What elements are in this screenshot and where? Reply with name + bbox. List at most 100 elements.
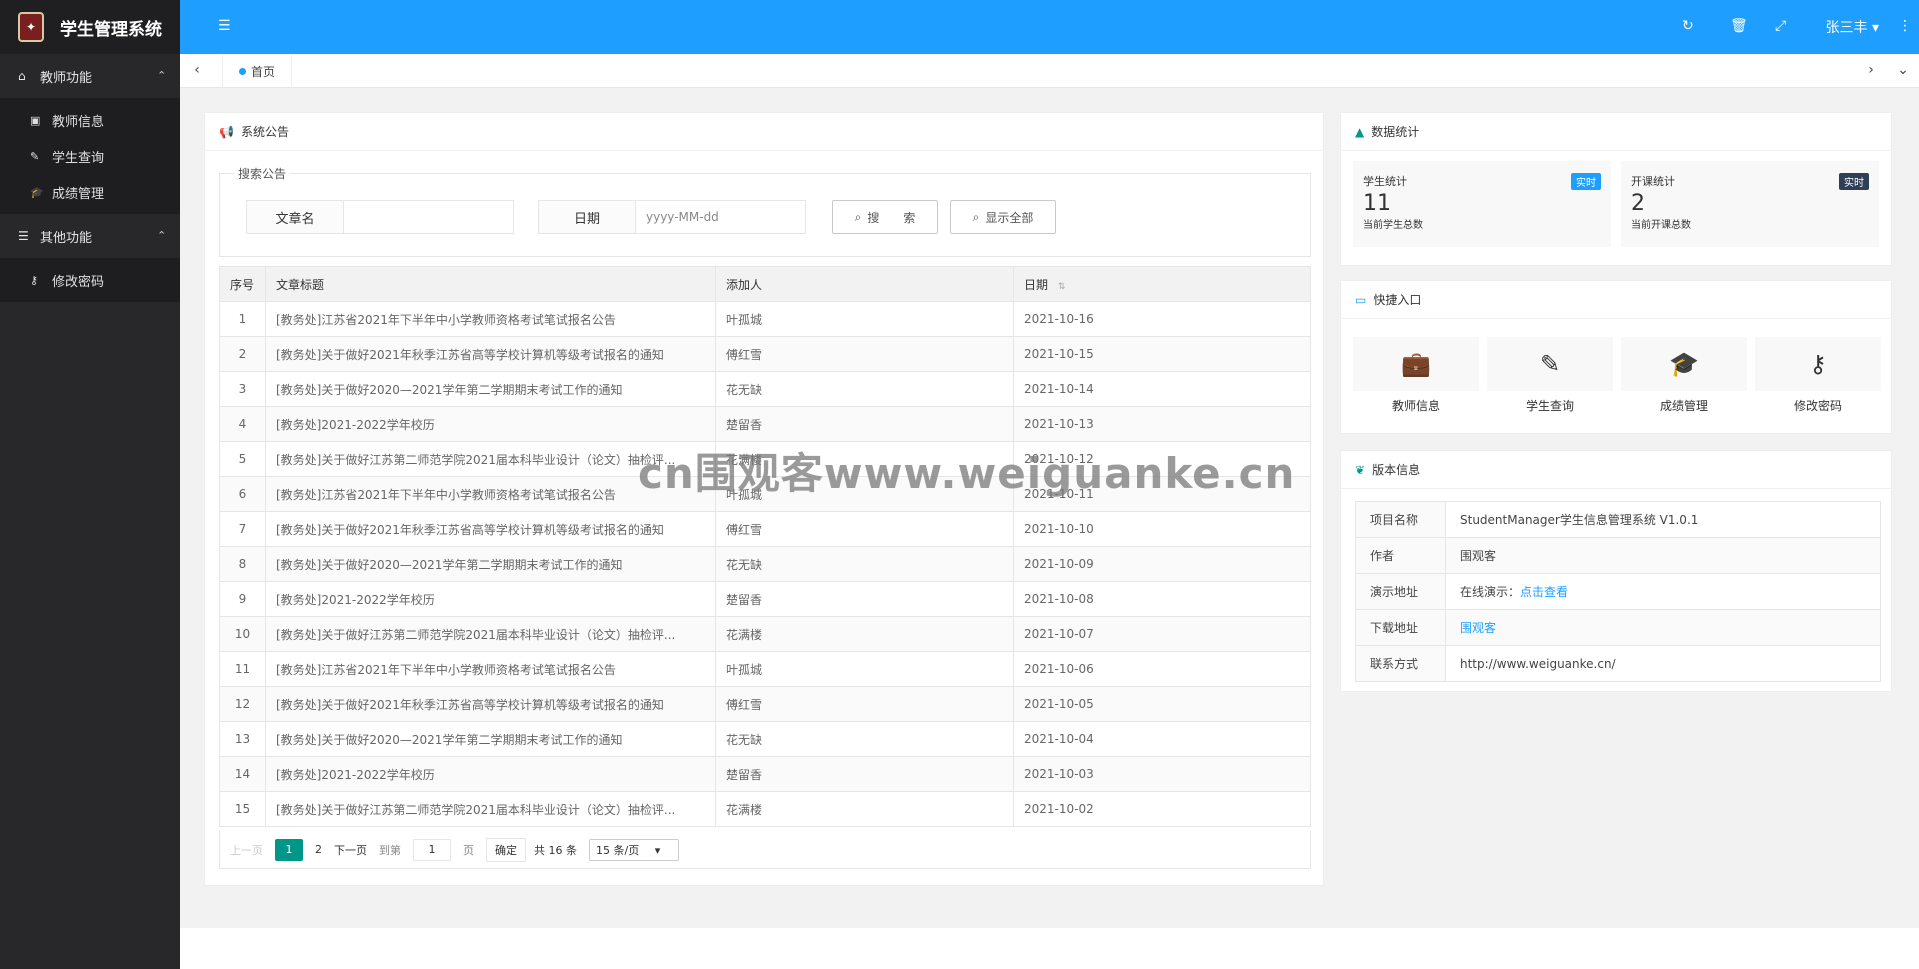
- download-link[interactable]: 围观客: [1460, 621, 1496, 635]
- stats-title: 数据统计: [1371, 125, 1420, 139]
- table-row[interactable]: 15 [教务处]关于做好江苏第二师范学院2021届本科毕业设计（论文）抽检评...…: [219, 791, 1311, 827]
- row-index: 6: [219, 476, 266, 512]
- table-row[interactable]: 8 [教务处]关于做好2020—2021学年第二学期期末考试工作的通知 花无缺 202…: [219, 546, 1311, 582]
- user-menu[interactable]: 张三丰 ▾: [1826, 17, 1879, 37]
- row-author: 楚留香: [715, 581, 1014, 617]
- course-stat-tile: 开课统计 实时 2 当前开课总数: [1621, 161, 1879, 247]
- menu-group-other[interactable]: ☰ 其他功能 ⌄: [0, 214, 180, 258]
- more-vertical-icon[interactable]: ⋮: [1898, 18, 1912, 34]
- table-row[interactable]: 10 [教务处]关于做好江苏第二师范学院2021届本科毕业设计（论文）抽检评...…: [219, 616, 1311, 652]
- row-index: 11: [219, 651, 266, 687]
- pagination: 上一页 1 2 下一页 到第 1 页 确定 共 16 条 15 条/页 ▾: [219, 831, 1311, 869]
- row-index: 8: [219, 546, 266, 582]
- pencil-icon: ✎: [30, 149, 40, 163]
- row-author: 叶孤城: [715, 651, 1014, 687]
- version-row: 下载地址 围观客: [1355, 609, 1881, 646]
- menu-list-icon: ☰: [18, 229, 29, 243]
- row-index: 2: [219, 336, 266, 372]
- quick-label: 修改密码: [1793, 399, 1842, 413]
- version-row: 项目名称 StudentManager学生信息管理系统 V1.0.1: [1355, 501, 1881, 538]
- table-row[interactable]: 1 [教务处]江苏省2021年下半年中小学教师资格考试笔试报名公告 叶孤城 2021-…: [219, 301, 1311, 337]
- search-button[interactable]: ⌕ 搜 索: [832, 200, 938, 234]
- table-row[interactable]: 4 [教务处]2021-2022学年校历 楚留香 2021-10-13: [219, 406, 1311, 442]
- leaf-icon: ❦: [1355, 462, 1366, 477]
- page-1-button[interactable]: 1: [275, 838, 303, 861]
- table-row[interactable]: 2 [教务处]关于做好2021年秋季江苏省高等学校计算机等级考试报名的通知 傅红雪 2…: [219, 336, 1311, 372]
- quick-teacher-info[interactable]: 💼 教师信息: [1353, 337, 1479, 413]
- tab-scroll-right-icon[interactable]: ›: [1858, 62, 1884, 78]
- column-header[interactable]: 添加人: [715, 266, 1014, 302]
- page-2-button[interactable]: 2: [315, 843, 322, 856]
- stats-card: ▲ 数据统计 学生统计 实时 11 当前学生总数 开课统计 实时 2 当前开课总…: [1340, 112, 1892, 266]
- table-row[interactable]: 13 [教务处]关于做好2020—2021学年第二学期期末考试工作的通知 花无缺 20…: [219, 721, 1311, 757]
- row-index: 7: [219, 511, 266, 547]
- quick-change-password[interactable]: ⚷ 修改密码: [1755, 337, 1881, 413]
- sidebar-item-change-password[interactable]: ⚷ 修改密码: [0, 262, 180, 298]
- row-date: 2021-10-10: [1013, 511, 1311, 547]
- row-date: 2021-10-06: [1013, 651, 1311, 687]
- menu-group-label: 教师功能: [40, 70, 93, 86]
- row-date: 2021-10-13: [1013, 406, 1311, 442]
- goto-page-input[interactable]: 1: [413, 838, 451, 861]
- show-all-button[interactable]: ⌕ 显示全部: [950, 200, 1056, 234]
- version-card-header: ❦ 版本信息: [1341, 451, 1891, 489]
- sort-icon[interactable]: ⇅: [1058, 282, 1066, 292]
- row-date: 2021-10-02: [1013, 791, 1311, 827]
- caret-down-icon: ▾: [1871, 20, 1879, 36]
- row-date: 2021-10-04: [1013, 721, 1311, 757]
- column-header-date[interactable]: 日期 ⇅: [1013, 266, 1311, 302]
- course-stat-value: 2: [1631, 191, 1645, 216]
- student-stat-value: 11: [1363, 191, 1391, 216]
- student-stat-desc: 当前学生总数: [1363, 220, 1423, 231]
- sidebar-item-label: 学生查询: [52, 150, 105, 166]
- table-row[interactable]: 9 [教务处]2021-2022学年校历 楚留香 2021-10-08: [219, 581, 1311, 617]
- table-row[interactable]: 7 [教务处]关于做好2021年秋季江苏省高等学校计算机等级考试报名的通知 傅红雪 2…: [219, 511, 1311, 547]
- table-row[interactable]: 3 [教务处]关于做好2020—2021学年第二学期期末考试工作的通知 花无缺 202…: [219, 371, 1311, 407]
- chevron-up-icon: ⌄: [156, 228, 166, 241]
- fullscreen-icon[interactable]: ⤢: [1775, 18, 1786, 34]
- name-input[interactable]: [344, 200, 514, 234]
- table-row[interactable]: 14 [教务处]2021-2022学年校历 楚留香 2021-10-03: [219, 756, 1311, 792]
- next-page-button[interactable]: 下一页: [334, 842, 367, 858]
- version-key: 项目名称: [1355, 501, 1446, 538]
- tab-home[interactable]: 首页: [222, 54, 292, 88]
- date-label: 日期: [538, 200, 636, 234]
- table-row[interactable]: 11 [教务处]江苏省2021年下半年中小学教师资格考试笔试报名公告 叶孤城 2021…: [219, 651, 1311, 687]
- sidebar-item-teacher-info[interactable]: ▣ 教师信息: [0, 102, 180, 138]
- row-author: 傅红雪: [715, 511, 1014, 547]
- version-key: 联系方式: [1355, 645, 1446, 682]
- row-index: 5: [219, 441, 266, 477]
- per-page-select[interactable]: 15 条/页 ▾: [589, 838, 680, 861]
- tab-scroll-left-icon[interactable]: ‹: [184, 62, 210, 78]
- submenu-teacher: ▣ 教师信息 ✎ 学生查询 🎓 成绩管理: [0, 98, 180, 214]
- prev-page-button[interactable]: 上一页: [230, 842, 263, 858]
- row-title: [教务处]关于做好江苏第二师范学院2021届本科毕业设计（论文）抽检评...: [265, 616, 716, 652]
- tab-bar: ‹ 首页 › ⌄: [180, 54, 1919, 88]
- goto-confirm-button[interactable]: 确定: [486, 837, 526, 862]
- refresh-icon[interactable]: ↻: [1682, 18, 1694, 34]
- date-input[interactable]: yyyy-MM-dd: [636, 200, 806, 234]
- version-key: 演示地址: [1355, 573, 1446, 610]
- version-value: StudentManager学生信息管理系统 V1.0.1: [1445, 501, 1881, 538]
- quick-grade-management[interactable]: 🎓 成绩管理: [1621, 337, 1747, 413]
- sidebar-item-grade-management[interactable]: 🎓 成绩管理: [0, 174, 180, 210]
- row-date: 2021-10-03: [1013, 756, 1311, 792]
- active-dot: [238, 67, 246, 75]
- version-row: 演示地址 在线演示：点击查看: [1355, 573, 1881, 610]
- quick-entry-card: ▭ 快捷入口 💼 教师信息 ✎ 学生查询 🎓 成绩管理 ⚷ 修改密码: [1340, 280, 1892, 434]
- status-badge: 实时: [1839, 173, 1869, 190]
- row-author: 傅红雪: [715, 686, 1014, 722]
- row-index: 15: [219, 791, 266, 827]
- sidebar-item-student-query[interactable]: ✎ 学生查询: [0, 138, 180, 174]
- tab-options-icon[interactable]: ⌄: [1890, 62, 1916, 78]
- quick-label: 教师信息: [1391, 399, 1440, 413]
- demo-link[interactable]: 点击查看: [1520, 585, 1568, 599]
- quick-student-query[interactable]: ✎ 学生查询: [1487, 337, 1613, 413]
- trash-icon[interactable]: 🗑: [1730, 18, 1748, 34]
- column-header[interactable]: 序号: [219, 266, 266, 302]
- table-row[interactable]: 12 [教务处]关于做好2021年秋季江苏省高等学校计算机等级考试报名的通知 傅红雪…: [219, 686, 1311, 722]
- menu-group-teacher[interactable]: ⌂ 教师功能 ⌄: [0, 54, 180, 98]
- content-area: 📢 系统公告 搜索公告 文章名 日期 yyyy-MM-dd ⌕ 搜 索 ⌕ 显示…: [180, 88, 1919, 928]
- column-header[interactable]: 文章标题: [265, 266, 716, 302]
- menu-toggle-icon[interactable]: ☰: [218, 18, 231, 34]
